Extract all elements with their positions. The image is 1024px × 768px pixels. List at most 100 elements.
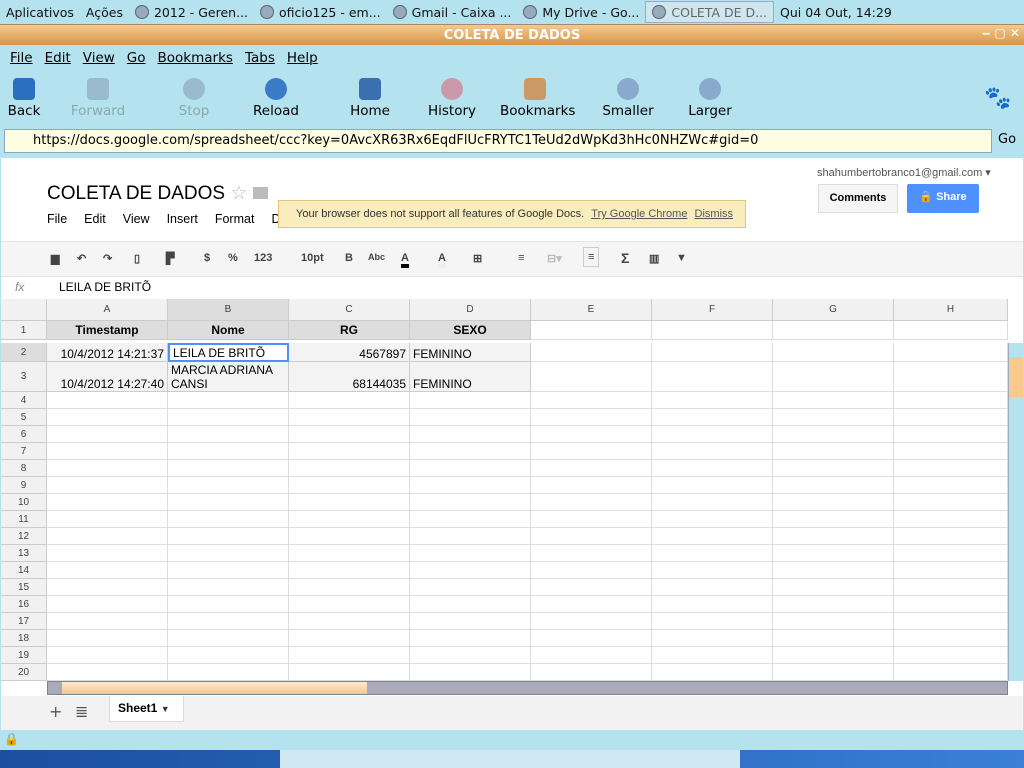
filter-icon[interactable]: ▼: [676, 252, 687, 264]
doc-menu-format[interactable]: Format: [215, 212, 255, 226]
doc-menu-file[interactable]: File: [47, 212, 67, 226]
scroll-thumb[interactable]: [62, 682, 367, 694]
cell-timestamp[interactable]: 10/4/2012 14:21:37: [47, 343, 168, 362]
cell[interactable]: [531, 494, 652, 511]
cell[interactable]: [289, 494, 410, 511]
apps-menu[interactable]: Aplicativos: [0, 1, 80, 23]
cell[interactable]: [410, 630, 531, 647]
smaller-button[interactable]: Smaller: [593, 78, 663, 119]
cell[interactable]: [652, 460, 773, 477]
url-field[interactable]: https://docs.google.com/spreadsheet/ccc?…: [4, 129, 992, 153]
borders-icon[interactable]: ⊞: [473, 252, 482, 265]
cell[interactable]: [289, 426, 410, 443]
cell[interactable]: [894, 362, 1008, 392]
cell[interactable]: [531, 321, 652, 340]
cell[interactable]: [289, 409, 410, 426]
cell[interactable]: [168, 392, 289, 409]
scroll-thumb[interactable]: [1009, 357, 1023, 397]
row-header-8[interactable]: 8: [1, 460, 47, 477]
text-color-button[interactable]: A: [401, 252, 409, 268]
menu-view[interactable]: View: [77, 50, 121, 66]
row-header-6[interactable]: 6: [1, 426, 47, 443]
cell-sexo[interactable]: FEMININO: [410, 362, 531, 392]
cell[interactable]: [773, 562, 894, 579]
cell[interactable]: [652, 343, 773, 362]
task-5[interactable]: COLETA DE D...: [645, 1, 775, 23]
cell[interactable]: [773, 460, 894, 477]
cell[interactable]: [47, 511, 168, 528]
row-header-13[interactable]: 13: [1, 545, 47, 562]
print-icon[interactable]: ▆: [51, 252, 59, 265]
cell[interactable]: [773, 494, 894, 511]
cell[interactable]: [47, 477, 168, 494]
row-header-11[interactable]: 11: [1, 511, 47, 528]
horizontal-scrollbar[interactable]: [47, 681, 1008, 695]
cell[interactable]: [47, 647, 168, 664]
row-header-7[interactable]: 7: [1, 443, 47, 460]
row-header-20[interactable]: 20: [1, 664, 47, 681]
sum-button[interactable]: Σ: [621, 250, 629, 266]
row-header-2[interactable]: 2: [1, 343, 47, 362]
cell[interactable]: [652, 362, 773, 392]
cell[interactable]: [410, 426, 531, 443]
row-header-12[interactable]: 12: [1, 528, 47, 545]
cell[interactable]: [168, 460, 289, 477]
cell[interactable]: [410, 664, 531, 681]
cell-rg[interactable]: 4567897: [289, 343, 410, 362]
task-2[interactable]: oficio125 - em...: [254, 1, 387, 23]
folder-icon[interactable]: [252, 187, 268, 199]
cell[interactable]: [894, 426, 1008, 443]
row-header-19[interactable]: 19: [1, 647, 47, 664]
cell[interactable]: [894, 528, 1008, 545]
cell[interactable]: [289, 477, 410, 494]
corner[interactable]: [1, 299, 47, 321]
cell[interactable]: [289, 443, 410, 460]
percent-button[interactable]: %: [228, 252, 238, 264]
bold-button[interactable]: B: [345, 252, 353, 264]
add-sheet-icon[interactable]: +: [49, 702, 62, 721]
formula-input[interactable]: LEILA DE BRITÕ: [59, 280, 151, 294]
cell[interactable]: [410, 494, 531, 511]
cell[interactable]: [168, 545, 289, 562]
cell[interactable]: [168, 562, 289, 579]
back-button[interactable]: Back: [0, 78, 59, 119]
task-1[interactable]: 2012 - Geren...: [129, 1, 254, 23]
cell[interactable]: [289, 511, 410, 528]
cell[interactable]: [531, 362, 652, 392]
cell[interactable]: [168, 477, 289, 494]
column-header-g[interactable]: G: [773, 299, 894, 321]
cell[interactable]: [168, 511, 289, 528]
cell[interactable]: [652, 409, 773, 426]
cell-nome[interactable]: LEILA DE BRITÕ: [168, 343, 289, 362]
sheet-tab[interactable]: Sheet1 ▼: [109, 696, 184, 722]
chevron-down-icon[interactable]: ▼: [161, 704, 170, 714]
wrap-text-icon[interactable]: ≡: [583, 247, 600, 267]
cell[interactable]: [531, 647, 652, 664]
cell[interactable]: [652, 613, 773, 630]
cell[interactable]: [894, 545, 1008, 562]
cell[interactable]: [652, 477, 773, 494]
cell[interactable]: [47, 562, 168, 579]
bookmarks-button[interactable]: Bookmarks: [500, 78, 575, 119]
forward-button[interactable]: Forward: [63, 78, 133, 119]
cell[interactable]: [773, 321, 894, 340]
cell[interactable]: [168, 596, 289, 613]
cell-nome[interactable]: MARCIA ADRIANA CANSI: [168, 362, 289, 392]
cell[interactable]: [410, 392, 531, 409]
row-header-17[interactable]: 17: [1, 613, 47, 630]
row-header-10[interactable]: 10: [1, 494, 47, 511]
cell[interactable]: [168, 613, 289, 630]
cell[interactable]: [894, 596, 1008, 613]
cell[interactable]: [47, 443, 168, 460]
cell[interactable]: [289, 647, 410, 664]
cell[interactable]: [894, 613, 1008, 630]
cell[interactable]: [168, 409, 289, 426]
cell[interactable]: [652, 647, 773, 664]
cell[interactable]: [531, 596, 652, 613]
cell[interactable]: [531, 409, 652, 426]
cell[interactable]: [47, 664, 168, 681]
task-4[interactable]: My Drive - Go...: [517, 1, 645, 23]
cell[interactable]: [410, 443, 531, 460]
cell[interactable]: [894, 392, 1008, 409]
cell[interactable]: [773, 409, 894, 426]
